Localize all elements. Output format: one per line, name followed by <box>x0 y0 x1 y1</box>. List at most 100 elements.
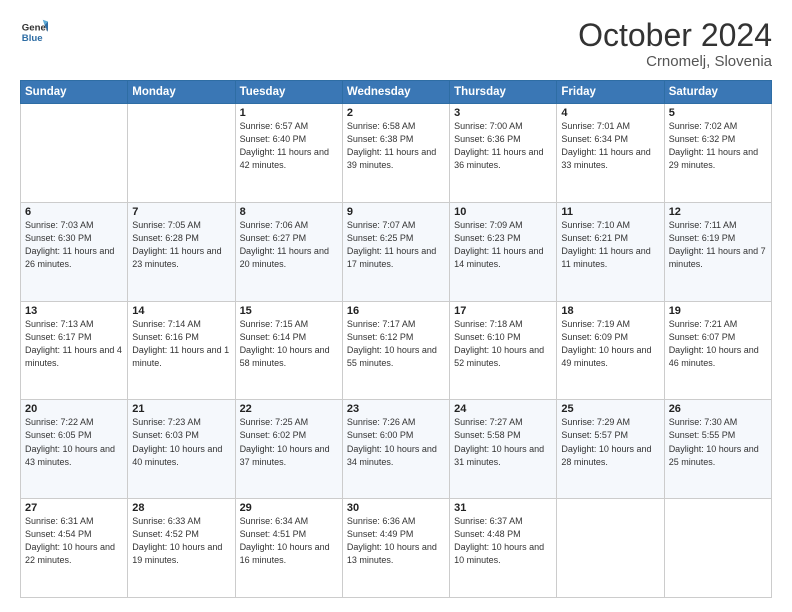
day-number: 3 <box>454 107 552 119</box>
day-info: Sunrise: 7:21 AM Sunset: 6:07 PM Dayligh… <box>669 318 767 370</box>
calendar-cell: 14Sunrise: 7:14 AM Sunset: 6:16 PM Dayli… <box>128 301 235 400</box>
calendar-cell: 13Sunrise: 7:13 AM Sunset: 6:17 PM Dayli… <box>21 301 128 400</box>
logo-icon: General Blue <box>20 18 48 46</box>
day-number: 19 <box>669 305 767 317</box>
day-number: 8 <box>240 206 338 218</box>
day-info: Sunrise: 7:29 AM Sunset: 5:57 PM Dayligh… <box>561 416 659 468</box>
calendar-cell: 18Sunrise: 7:19 AM Sunset: 6:09 PM Dayli… <box>557 301 664 400</box>
day-number: 24 <box>454 403 552 415</box>
day-info: Sunrise: 7:00 AM Sunset: 6:36 PM Dayligh… <box>454 120 552 172</box>
day-info: Sunrise: 7:26 AM Sunset: 6:00 PM Dayligh… <box>347 416 445 468</box>
day-info: Sunrise: 7:01 AM Sunset: 6:34 PM Dayligh… <box>561 120 659 172</box>
calendar-cell: 11Sunrise: 7:10 AM Sunset: 6:21 PM Dayli… <box>557 202 664 301</box>
day-info: Sunrise: 7:06 AM Sunset: 6:27 PM Dayligh… <box>240 219 338 271</box>
day-info: Sunrise: 7:07 AM Sunset: 6:25 PM Dayligh… <box>347 219 445 271</box>
calendar-cell: 26Sunrise: 7:30 AM Sunset: 5:55 PM Dayli… <box>664 400 771 499</box>
day-number: 31 <box>454 502 552 514</box>
calendar-cell: 20Sunrise: 7:22 AM Sunset: 6:05 PM Dayli… <box>21 400 128 499</box>
calendar-cell: 15Sunrise: 7:15 AM Sunset: 6:14 PM Dayli… <box>235 301 342 400</box>
weekday-header-friday: Friday <box>557 81 664 104</box>
day-number: 21 <box>132 403 230 415</box>
day-number: 1 <box>240 107 338 119</box>
day-info: Sunrise: 7:23 AM Sunset: 6:03 PM Dayligh… <box>132 416 230 468</box>
day-info: Sunrise: 7:30 AM Sunset: 5:55 PM Dayligh… <box>669 416 767 468</box>
day-number: 30 <box>347 502 445 514</box>
day-number: 17 <box>454 305 552 317</box>
day-number: 27 <box>25 502 123 514</box>
day-number: 20 <box>25 403 123 415</box>
day-info: Sunrise: 7:17 AM Sunset: 6:12 PM Dayligh… <box>347 318 445 370</box>
weekday-header-sunday: Sunday <box>21 81 128 104</box>
calendar-cell: 16Sunrise: 7:17 AM Sunset: 6:12 PM Dayli… <box>342 301 449 400</box>
calendar-cell: 1Sunrise: 6:57 AM Sunset: 6:40 PM Daylig… <box>235 104 342 203</box>
calendar-cell: 4Sunrise: 7:01 AM Sunset: 6:34 PM Daylig… <box>557 104 664 203</box>
day-number: 2 <box>347 107 445 119</box>
day-number: 13 <box>25 305 123 317</box>
day-info: Sunrise: 7:09 AM Sunset: 6:23 PM Dayligh… <box>454 219 552 271</box>
calendar-cell <box>21 104 128 203</box>
calendar-cell <box>664 499 771 598</box>
calendar-cell: 9Sunrise: 7:07 AM Sunset: 6:25 PM Daylig… <box>342 202 449 301</box>
day-number: 5 <box>669 107 767 119</box>
weekday-header-row: SundayMondayTuesdayWednesdayThursdayFrid… <box>21 81 772 104</box>
week-row-1: 1Sunrise: 6:57 AM Sunset: 6:40 PM Daylig… <box>21 104 772 203</box>
week-row-4: 20Sunrise: 7:22 AM Sunset: 6:05 PM Dayli… <box>21 400 772 499</box>
day-info: Sunrise: 7:14 AM Sunset: 6:16 PM Dayligh… <box>132 318 230 370</box>
calendar-cell: 29Sunrise: 6:34 AM Sunset: 4:51 PM Dayli… <box>235 499 342 598</box>
weekday-header-thursday: Thursday <box>450 81 557 104</box>
calendar-cell: 10Sunrise: 7:09 AM Sunset: 6:23 PM Dayli… <box>450 202 557 301</box>
weekday-header-monday: Monday <box>128 81 235 104</box>
day-number: 26 <box>669 403 767 415</box>
day-number: 18 <box>561 305 659 317</box>
svg-text:General: General <box>22 22 48 33</box>
day-number: 22 <box>240 403 338 415</box>
calendar-cell: 12Sunrise: 7:11 AM Sunset: 6:19 PM Dayli… <box>664 202 771 301</box>
calendar-cell: 27Sunrise: 6:31 AM Sunset: 4:54 PM Dayli… <box>21 499 128 598</box>
calendar-cell: 24Sunrise: 7:27 AM Sunset: 5:58 PM Dayli… <box>450 400 557 499</box>
day-info: Sunrise: 7:18 AM Sunset: 6:10 PM Dayligh… <box>454 318 552 370</box>
calendar-cell <box>128 104 235 203</box>
calendar-cell: 28Sunrise: 6:33 AM Sunset: 4:52 PM Dayli… <box>128 499 235 598</box>
day-number: 14 <box>132 305 230 317</box>
weekday-header-tuesday: Tuesday <box>235 81 342 104</box>
calendar-cell: 2Sunrise: 6:58 AM Sunset: 6:38 PM Daylig… <box>342 104 449 203</box>
day-info: Sunrise: 6:31 AM Sunset: 4:54 PM Dayligh… <box>25 515 123 567</box>
logo: General Blue <box>20 18 48 46</box>
day-number: 4 <box>561 107 659 119</box>
day-info: Sunrise: 6:34 AM Sunset: 4:51 PM Dayligh… <box>240 515 338 567</box>
calendar-cell: 5Sunrise: 7:02 AM Sunset: 6:32 PM Daylig… <box>664 104 771 203</box>
weekday-header-wednesday: Wednesday <box>342 81 449 104</box>
calendar-cell: 8Sunrise: 7:06 AM Sunset: 6:27 PM Daylig… <box>235 202 342 301</box>
day-info: Sunrise: 7:19 AM Sunset: 6:09 PM Dayligh… <box>561 318 659 370</box>
day-number: 29 <box>240 502 338 514</box>
day-number: 6 <box>25 206 123 218</box>
calendar-title: October 2024 <box>578 18 772 53</box>
day-number: 25 <box>561 403 659 415</box>
week-row-5: 27Sunrise: 6:31 AM Sunset: 4:54 PM Dayli… <box>21 499 772 598</box>
day-number: 28 <box>132 502 230 514</box>
title-block: October 2024 Crnomelj, Slovenia <box>578 18 772 70</box>
day-info: Sunrise: 7:27 AM Sunset: 5:58 PM Dayligh… <box>454 416 552 468</box>
day-info: Sunrise: 7:25 AM Sunset: 6:02 PM Dayligh… <box>240 416 338 468</box>
day-info: Sunrise: 6:36 AM Sunset: 4:49 PM Dayligh… <box>347 515 445 567</box>
day-info: Sunrise: 7:15 AM Sunset: 6:14 PM Dayligh… <box>240 318 338 370</box>
calendar-cell: 25Sunrise: 7:29 AM Sunset: 5:57 PM Dayli… <box>557 400 664 499</box>
day-info: Sunrise: 7:11 AM Sunset: 6:19 PM Dayligh… <box>669 219 767 271</box>
day-number: 11 <box>561 206 659 218</box>
calendar-cell: 6Sunrise: 7:03 AM Sunset: 6:30 PM Daylig… <box>21 202 128 301</box>
week-row-3: 13Sunrise: 7:13 AM Sunset: 6:17 PM Dayli… <box>21 301 772 400</box>
day-number: 15 <box>240 305 338 317</box>
calendar-cell: 19Sunrise: 7:21 AM Sunset: 6:07 PM Dayli… <box>664 301 771 400</box>
calendar-cell <box>557 499 664 598</box>
day-number: 10 <box>454 206 552 218</box>
calendar-cell: 17Sunrise: 7:18 AM Sunset: 6:10 PM Dayli… <box>450 301 557 400</box>
day-info: Sunrise: 7:13 AM Sunset: 6:17 PM Dayligh… <box>25 318 123 370</box>
day-number: 7 <box>132 206 230 218</box>
calendar-cell: 3Sunrise: 7:00 AM Sunset: 6:36 PM Daylig… <box>450 104 557 203</box>
week-row-2: 6Sunrise: 7:03 AM Sunset: 6:30 PM Daylig… <box>21 202 772 301</box>
day-info: Sunrise: 7:05 AM Sunset: 6:28 PM Dayligh… <box>132 219 230 271</box>
calendar-cell: 22Sunrise: 7:25 AM Sunset: 6:02 PM Dayli… <box>235 400 342 499</box>
day-info: Sunrise: 6:37 AM Sunset: 4:48 PM Dayligh… <box>454 515 552 567</box>
calendar-table: SundayMondayTuesdayWednesdayThursdayFrid… <box>20 80 772 598</box>
day-info: Sunrise: 6:33 AM Sunset: 4:52 PM Dayligh… <box>132 515 230 567</box>
